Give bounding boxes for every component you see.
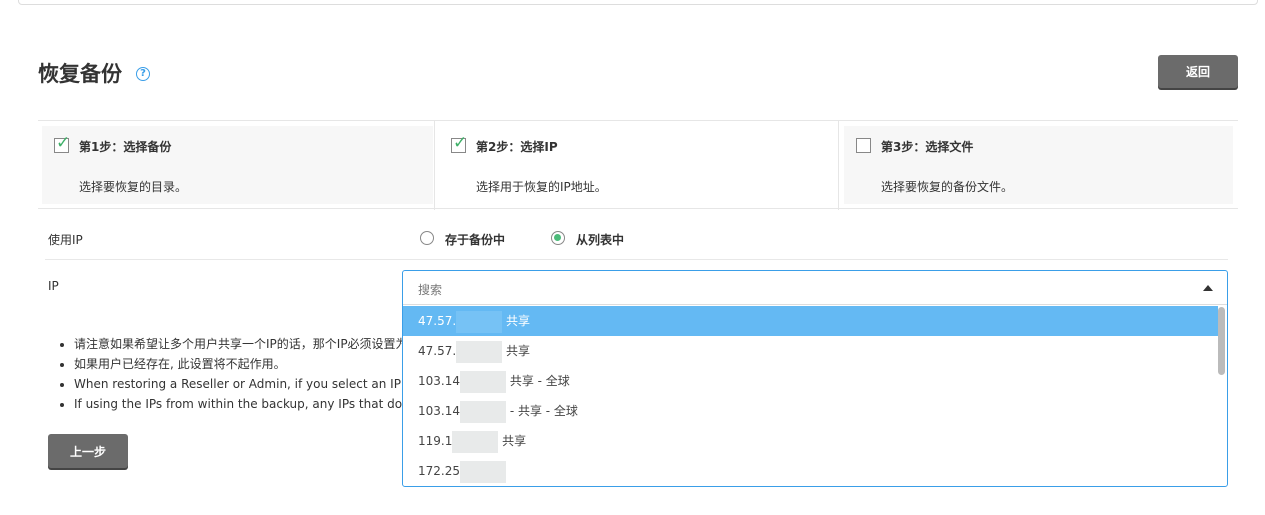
note: 请注意如果希望让多个用户共享一个IP的话，那个IP必须设置为: [74, 334, 402, 354]
ip-prefix: 103.14: [418, 404, 460, 418]
ip-prefix: 119.1: [418, 434, 453, 448]
scrollbar[interactable]: [1218, 307, 1225, 375]
step-1-checkbox: ✓: [54, 133, 70, 153]
step-title: 第3步：选择文件: [881, 140, 974, 154]
page-title: 恢复备份: [38, 62, 122, 86]
ip-label: IP: [48, 279, 59, 293]
search-placeholder: 搜索: [418, 283, 443, 297]
redacted-blur: [452, 430, 499, 453]
note: 如果用户已经存在, 此设置将不起作用。: [74, 354, 402, 374]
ip-search-input[interactable]: 搜索: [403, 271, 1227, 305]
use-ip-label: 使用IP: [48, 233, 83, 247]
ip-prefix: 47.57.: [418, 344, 457, 358]
ip-dropdown[interactable]: 搜索 47.57. 共享 47.57. 共享 103.14 共享 - 全球 103.1…: [402, 270, 1228, 487]
ip-suffix: 共享: [498, 434, 527, 448]
step-2: ✓ 第2步：选择IP 选择用于恢复的IP地址。: [439, 126, 833, 204]
notes-list: 请注意如果希望让多个用户共享一个IP的话，那个IP必须设置为 如果用户已经存在,…: [44, 334, 402, 414]
top-panel: [18, 0, 1258, 5]
redacted-blur: [456, 310, 503, 333]
caret-up-icon[interactable]: [1203, 285, 1213, 291]
back-button[interactable]: 返回: [1158, 55, 1238, 88]
help-icon[interactable]: ?: [136, 67, 150, 81]
note: If using the IPs from within the backup,…: [74, 394, 402, 414]
step-2-checkbox: ✓: [451, 133, 467, 153]
ip-option[interactable]: 103.14 共享 - 全球: [403, 366, 1218, 396]
ip-prefix: 103.14: [418, 374, 460, 388]
step-3: 第3步：选择文件 选择要恢复的备份文件。: [844, 126, 1233, 204]
step-desc: 选择用于恢复的IP地址。: [476, 180, 607, 194]
ip-suffix: 共享: [502, 314, 530, 328]
check-icon: ✓: [56, 133, 71, 153]
redacted-blur: [460, 370, 506, 393]
step-3-checkbox: [856, 138, 871, 153]
redacted-blur: [460, 400, 506, 423]
step-desc: 选择要恢复的目录。: [79, 180, 188, 194]
ip-prefix: 47.57.: [418, 314, 457, 328]
redacted-blur: [460, 460, 506, 483]
radio-label: 从列表中: [576, 233, 625, 247]
redacted-blur: [456, 340, 503, 363]
ip-suffix: 共享 - 全球: [506, 374, 570, 388]
ip-suffix: 共享: [502, 344, 530, 358]
ip-option[interactable]: 172.25: [403, 456, 1218, 486]
radio-label: 存于备份中: [445, 233, 506, 247]
ip-suffix: - 共享 - 全球: [506, 404, 578, 418]
steps-bar: ✓ 第1步：选择备份 选择要恢复的目录。 ✓ 第2步：选择IP 选择用于恢复的I…: [38, 120, 1238, 210]
note: When restoring a Reseller or Admin, if y…: [74, 374, 402, 394]
step-1: ✓ 第1步：选择备份 选择要恢复的目录。: [42, 126, 433, 204]
ip-prefix: 172.25: [418, 464, 460, 478]
ip-option[interactable]: 47.57. 共享: [403, 336, 1218, 366]
ip-option[interactable]: 119.1 共享: [403, 426, 1218, 456]
step-title: 第2步：选择IP: [476, 140, 558, 154]
prev-step-button[interactable]: 上一步: [48, 434, 128, 468]
radio-from-list[interactable]: [551, 231, 565, 245]
step-title: 第1步：选择备份: [79, 140, 172, 154]
check-icon: ✓: [453, 133, 468, 153]
step-desc: 选择要恢复的备份文件。: [881, 180, 1014, 194]
radio-in-backup[interactable]: [420, 231, 434, 245]
ip-option[interactable]: 103.14 - 共享 - 全球: [403, 396, 1218, 426]
ip-option[interactable]: 47.57. 共享: [403, 306, 1218, 336]
